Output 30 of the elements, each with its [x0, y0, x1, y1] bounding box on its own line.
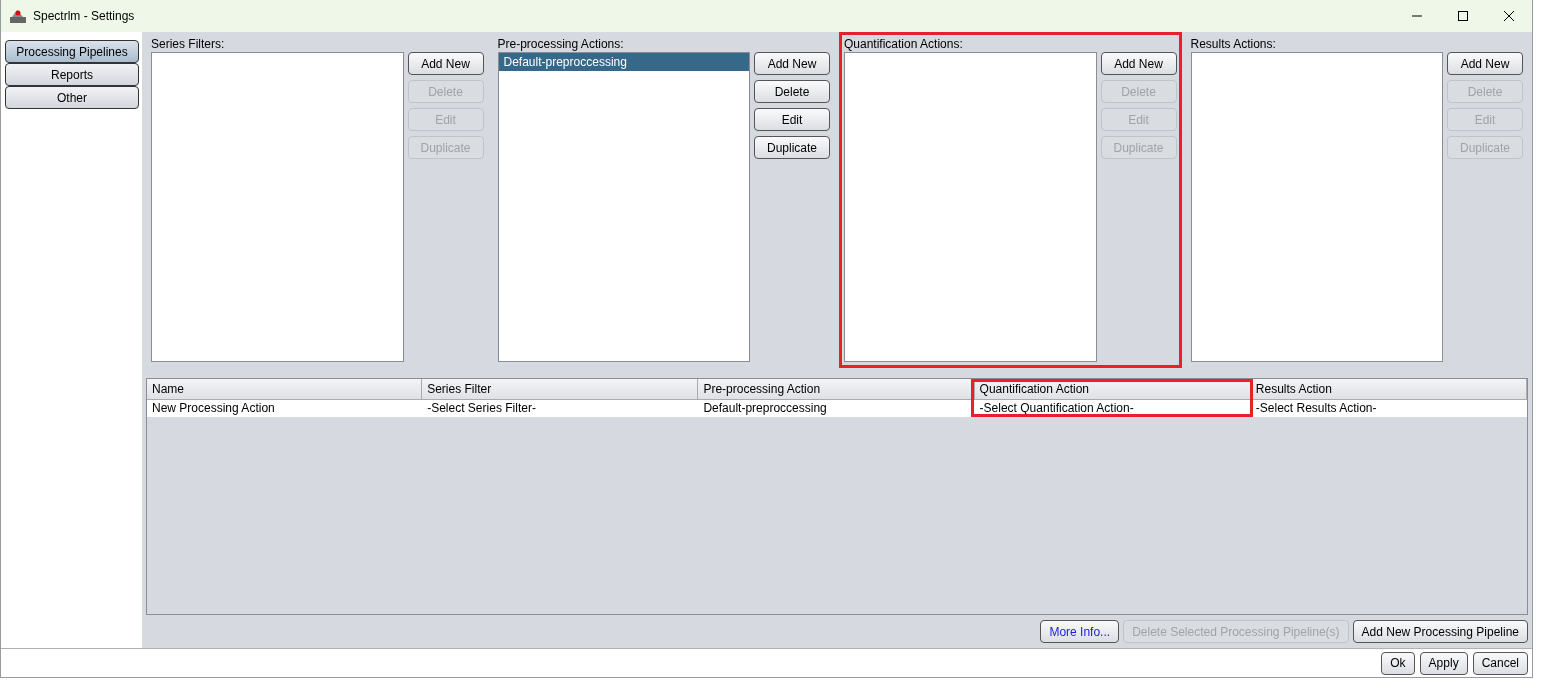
action-button[interactable]: Add New Processing Pipeline: [1352, 620, 1528, 643]
panel-label: Results Actions:: [1190, 37, 1277, 52]
sidebar-tab[interactable]: Processing Pipelines: [5, 40, 139, 63]
dialog-button[interactable]: Ok: [1381, 651, 1415, 675]
action-button[interactable]: Add New: [1447, 52, 1523, 75]
app-icon: [9, 8, 27, 24]
column-header[interactable]: Results Action: [1250, 378, 1527, 400]
panel-label: Quantification Actions:: [844, 37, 964, 52]
action-button[interactable]: Delete: [754, 80, 830, 103]
action-button[interactable]: More Info...: [1040, 620, 1120, 643]
action-button[interactable]: Add New: [407, 52, 484, 75]
list-box[interactable]: Default-preproccessing: [497, 52, 750, 362]
action-button[interactable]: Edit: [754, 108, 830, 131]
sidebar-tab[interactable]: Reports: [5, 63, 139, 86]
column-header[interactable]: Series Filter: [422, 378, 699, 400]
sidebar-tab[interactable]: Other: [5, 86, 139, 109]
panel-label: Series Filters:: [151, 37, 226, 52]
window-title: Spectrlm - Settings: [33, 9, 136, 23]
dialog-button[interactable]: Cancel: [1472, 651, 1528, 675]
dialog-button[interactable]: Apply: [1419, 651, 1468, 675]
column-header[interactable]: Name: [147, 378, 423, 400]
column-header[interactable]: Pre-processing Action: [698, 378, 975, 400]
list-box[interactable]: [151, 52, 404, 362]
action-button[interactable]: Add New: [1100, 52, 1177, 75]
list-box[interactable]: [844, 52, 1097, 362]
list-item[interactable]: Default-preproccessing: [498, 53, 749, 71]
panel-label: Pre-processing Actions:: [497, 37, 625, 52]
list-box[interactable]: [1190, 52, 1443, 362]
action-button[interactable]: Duplicate: [754, 136, 830, 159]
action-button[interactable]: Add New: [754, 52, 830, 75]
